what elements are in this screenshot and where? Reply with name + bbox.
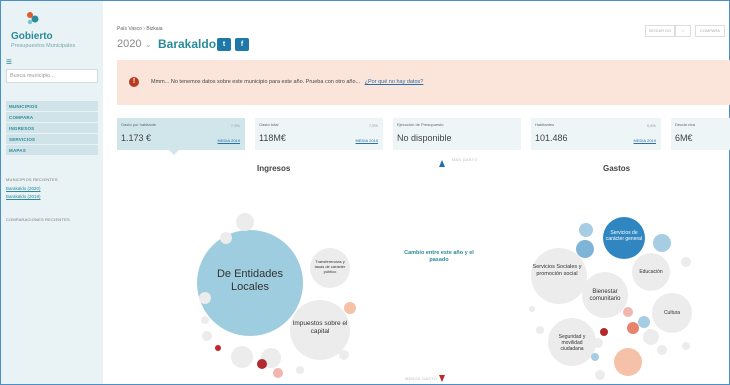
- stat-value: 6M€: [675, 133, 693, 143]
- stat-label: Gasto por habitante: [121, 122, 157, 127]
- bubble-income[interactable]: [236, 213, 254, 231]
- bubble-label: Cultura: [663, 310, 681, 316]
- stat-card-inhabitants[interactable]: Habitantes 101.486 0,6% MEDIA 2019: [531, 118, 661, 150]
- recent-municipalities-title: MUNICIPIOS RECIENTES: [6, 177, 58, 182]
- recent-comparisons-title: COMPARACIONES RECIENTES: [6, 217, 70, 222]
- sidebar-item-municipios[interactable]: MUNICIPIOS: [6, 101, 98, 111]
- brand-subtitle: Presupuestos Municipales: [11, 43, 76, 49]
- twitter-share-button[interactable]: t: [217, 38, 231, 51]
- stat-percent: 0,6%: [646, 123, 656, 128]
- municipality-title: Barakaldo: [158, 37, 217, 51]
- bubble-expense[interactable]: [595, 370, 605, 380]
- bubble-expense[interactable]: [681, 257, 691, 267]
- bubble-label: Seguridad y movilidad ciudadana: [558, 334, 586, 352]
- bubble-income[interactable]: [296, 366, 304, 374]
- bubble-expense[interactable]: [682, 342, 690, 350]
- stat-compare-link[interactable]: MEDIA 2019: [634, 138, 656, 143]
- bubble-expense[interactable]: [591, 353, 599, 361]
- sidebar-item-ingresos[interactable]: INGRESOS: [6, 123, 98, 133]
- stat-percent: 7,9%: [230, 123, 240, 128]
- sidebar: Gobierto Presupuestos Municipales ≡ Busc…: [1, 1, 103, 384]
- alert-text: Mmm... No tenemos datos sobre este munic…: [151, 79, 361, 85]
- follow-button[interactable]: SEGUIR DO: [645, 25, 675, 37]
- stat-compare-link[interactable]: MEDIA 2019: [218, 138, 240, 143]
- bubble-expense[interactable]: [614, 348, 642, 376]
- bubble-chart: [197, 160, 692, 382]
- stat-card-budget-execution[interactable]: Ejecución de Presupuesto No disponible: [393, 118, 521, 150]
- bubble-label: De Entidades Locales: [216, 268, 284, 293]
- bubble-expense[interactable]: [600, 328, 608, 336]
- why-no-data-link[interactable]: ¿Por qué no hay datos?: [365, 79, 424, 85]
- sidebar-item-servicios[interactable]: SERVICIOS: [6, 134, 98, 144]
- axis-bottom-label: MENOS GASTO: [405, 376, 437, 381]
- bubble-label: Bienestar comunitario: [589, 289, 621, 302]
- bubble-label: Servicios de carácter general: [605, 230, 643, 242]
- sidebar-item-compara[interactable]: COMPARA: [6, 112, 98, 122]
- stat-value: No disponible: [397, 133, 452, 143]
- bubble-income[interactable]: [201, 316, 209, 324]
- bubble-expense[interactable]: [657, 345, 667, 355]
- bubble-label: Servicios Sociales y promoción social: [532, 264, 582, 277]
- bubble-expense[interactable]: [653, 234, 671, 252]
- stat-card-total-spend[interactable]: Gasto total 118M€ 7,5% MEDIA 2019: [255, 118, 383, 150]
- bubble-expense[interactable]: [638, 316, 650, 328]
- stat-label: Deuda viva: [675, 122, 696, 127]
- year-selector[interactable]: 2020: [117, 38, 141, 50]
- breadcrumb[interactable]: País Vasco › Bizkaia: [117, 26, 162, 32]
- recent-municipality-link[interactable]: Barakaldo (2020): [6, 186, 41, 191]
- stat-compare-link[interactable]: MEDIA 2019: [356, 138, 378, 143]
- bubble-expense[interactable]: [576, 240, 594, 258]
- brand-name[interactable]: Gobierto: [11, 31, 53, 42]
- axis-top-label: MÁS GASTO: [452, 157, 478, 162]
- sidebar-nav: MUNICIPIOS COMPARA INGRESOS SERVICIOS MA…: [6, 101, 98, 156]
- compare-button[interactable]: COMPARA: [695, 25, 725, 37]
- hamburger-menu-icon[interactable]: ≡: [6, 58, 12, 68]
- no-data-alert: ! Mmm... No tenemos datos sobre este mun…: [117, 60, 730, 105]
- bubble-income[interactable]: [344, 302, 356, 314]
- facebook-share-button[interactable]: f: [235, 38, 249, 51]
- bubble-expense[interactable]: [529, 306, 535, 312]
- gobierto-logo-icon: [27, 12, 39, 25]
- bubble-income[interactable]: [257, 359, 267, 369]
- bubble-income[interactable]: [273, 368, 283, 378]
- bubble-income[interactable]: [215, 345, 221, 351]
- bubble-income[interactable]: [339, 350, 349, 360]
- municipality-search-input[interactable]: Busca municipio...: [6, 69, 98, 83]
- bubble-expense[interactable]: [593, 338, 603, 348]
- alert-message: Mmm... No tenemos datos sobre este munic…: [151, 79, 423, 85]
- stat-label: Ejecución de Presupuesto: [397, 122, 444, 127]
- bubble-expense[interactable]: [623, 307, 633, 317]
- bubble-income[interactable]: [220, 232, 232, 244]
- bubble-income[interactable]: [202, 331, 212, 341]
- stat-label: Habitantes: [535, 122, 555, 127]
- bubble-expense[interactable]: [579, 223, 593, 237]
- bubble-expense[interactable]: [627, 322, 639, 334]
- bubble-label: Educación: [639, 269, 663, 275]
- change-axis-label: Cambio entre este año y el pasado: [404, 250, 474, 263]
- stat-card-spend-per-inhabitant[interactable]: Gasto por habitante 1.173 € 7,9% MEDIA 2…: [117, 118, 245, 150]
- arrow-down-icon: [439, 375, 445, 382]
- stat-percent: 7,5%: [368, 123, 378, 128]
- bubble-income[interactable]: [231, 346, 253, 368]
- stat-label: Gasto total: [259, 122, 279, 127]
- alert-icon: !: [129, 77, 139, 87]
- arrow-up-icon: [439, 160, 445, 167]
- stat-card-debt[interactable]: Deuda viva 6M€: [671, 118, 730, 150]
- bubble-label: Impuestos sobre el capital: [292, 320, 348, 335]
- star-icon[interactable]: ☆: [675, 25, 691, 37]
- chevron-down-icon[interactable]: ⌄: [145, 40, 152, 49]
- bubble-label: Transferencias y tasas de carácter públi…: [314, 259, 346, 274]
- bubble-expense[interactable]: [643, 329, 659, 345]
- sidebar-item-mapas[interactable]: MAPAS: [6, 145, 98, 155]
- recent-municipality-link[interactable]: Barakaldo (2019): [6, 194, 41, 199]
- bubble-expense[interactable]: [536, 326, 544, 334]
